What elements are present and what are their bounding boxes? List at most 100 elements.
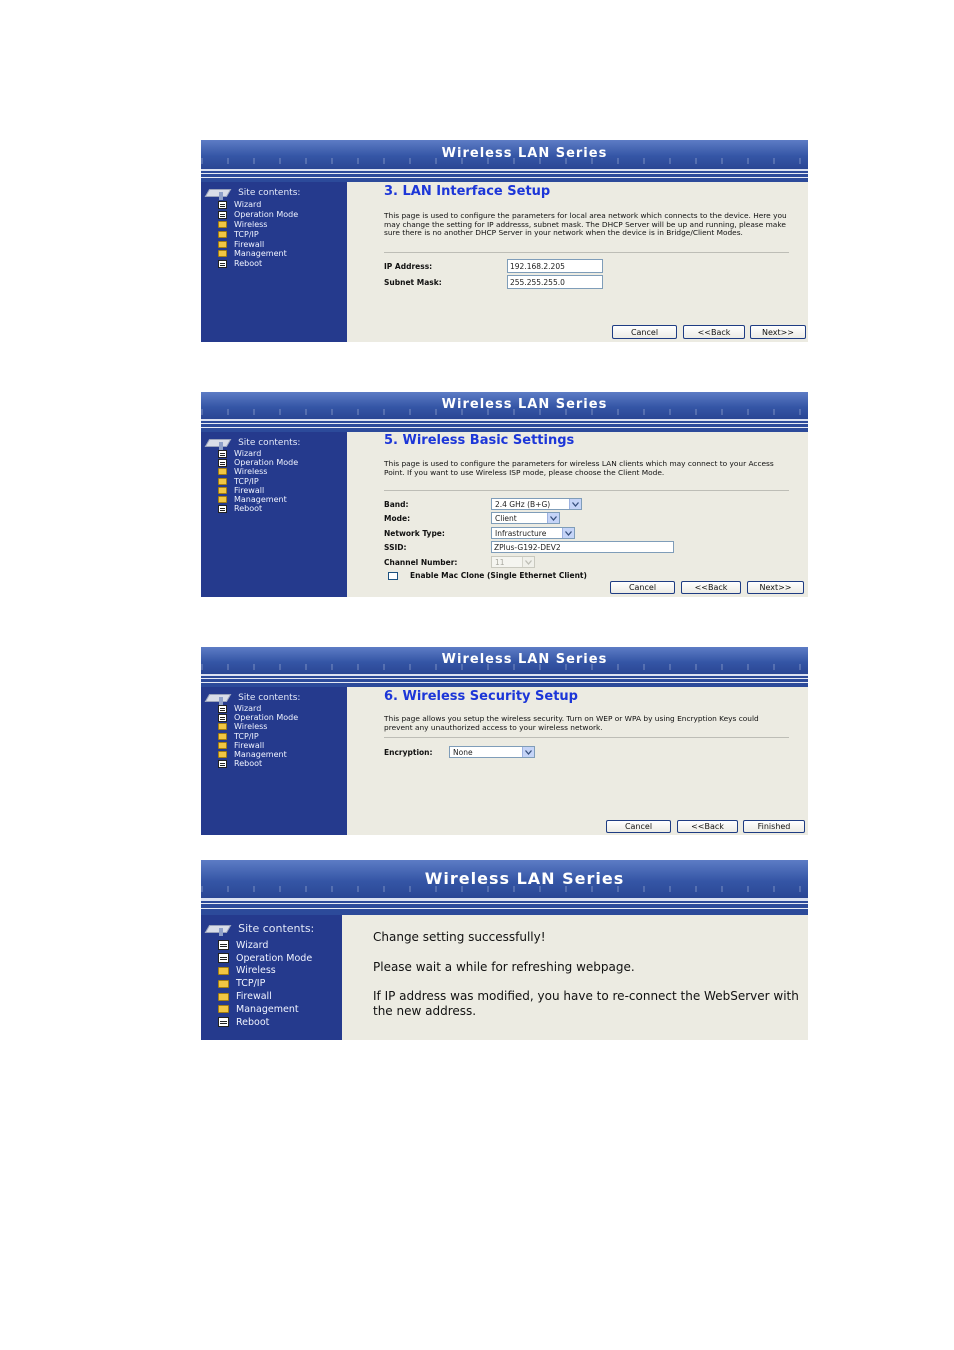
encryption-select[interactable]: None [449, 746, 535, 758]
page-icon [218, 449, 227, 458]
sidebar-item-tcpip[interactable]: TCP/IP [218, 477, 298, 486]
folder-icon [218, 966, 229, 975]
mode-select[interactable]: Client [491, 512, 560, 524]
sidebar-item-management[interactable]: Management [218, 495, 298, 504]
page-icon [218, 759, 227, 768]
back-button[interactable]: <<Back [677, 820, 738, 833]
next-button[interactable]: Next>> [750, 325, 806, 339]
page-icon [218, 704, 227, 713]
folder-icon [218, 992, 229, 1001]
sidebar-nav: Wizard Operation Mode Wireless TCP/IP Fi… [218, 449, 298, 513]
ip-address-label: IP Address: [384, 262, 433, 271]
sidebar-item-reboot[interactable]: Reboot [218, 259, 298, 269]
channel-number-select[interactable]: 11 [491, 556, 535, 568]
app-title: Wireless LAN Series [441, 652, 608, 667]
folder-icon [218, 486, 227, 494]
encryption-label: Encryption: [384, 748, 433, 757]
mac-clone-checkbox[interactable] [388, 572, 398, 580]
page-icon [218, 210, 227, 219]
folder-icon [218, 751, 227, 759]
cancel-button[interactable]: Cancel [612, 325, 677, 339]
sidebar-item-management[interactable]: Management [218, 1003, 312, 1016]
sidebar-item-reboot[interactable]: Reboot [218, 504, 298, 513]
sidebar-item-wireless[interactable]: Wireless [218, 467, 298, 476]
app-header: Wireless LAN Series [201, 647, 808, 674]
sidebar-item-operation-mode[interactable]: Operation Mode [218, 458, 298, 467]
band-label: Band: [384, 500, 409, 509]
app-title: Wireless LAN Series [441, 397, 608, 412]
sidebar-item-wireless[interactable]: Wireless [218, 965, 312, 978]
band-select[interactable]: 2.4 GHz (B+G) [491, 498, 582, 510]
folder-icon [218, 250, 227, 258]
chevron-down-icon [522, 557, 534, 567]
page-title: 3. LAN Interface Setup [384, 184, 551, 199]
page-icon [218, 713, 227, 722]
page-description: This page is used to configure the param… [384, 459, 774, 477]
page-icon [218, 940, 229, 951]
subnet-mask-input[interactable] [507, 275, 603, 289]
sidebar-item-wizard[interactable]: Wizard [218, 449, 298, 458]
sidebar-item-operation-mode[interactable]: Operation Mode [218, 713, 298, 722]
sidebar: Site contents: Wizard Operation Mode Wir… [201, 915, 342, 1040]
sidebar-item-operation-mode[interactable]: Operation Mode [218, 952, 312, 965]
folder-icon [218, 741, 227, 749]
folder-icon [218, 496, 227, 504]
app-header: Wireless LAN Series [201, 392, 808, 419]
sidebar-item-wizard[interactable]: Wizard [218, 704, 298, 713]
sidebar-item-wizard[interactable]: Wizard [218, 200, 298, 210]
next-button[interactable]: Next>> [747, 581, 804, 594]
security-setup-screen: Wireless LAN Series Site contents: Wizar… [201, 647, 808, 835]
channel-number-label: Channel Number: [384, 558, 458, 567]
sidebar-item-operation-mode[interactable]: Operation Mode [218, 210, 298, 220]
network-icon [204, 922, 232, 936]
network-type-label: Network Type: [384, 529, 445, 538]
sidebar-item-firewall[interactable]: Firewall [218, 486, 298, 495]
back-button[interactable]: <<Back [683, 325, 745, 339]
sidebar-item-reboot[interactable]: Reboot [218, 759, 298, 768]
sidebar-item-wireless[interactable]: Wireless [218, 722, 298, 731]
divider [384, 490, 789, 491]
chevron-down-icon [547, 513, 559, 523]
folder-icon [218, 477, 227, 485]
sidebar-item-management[interactable]: Management [218, 249, 298, 259]
page-description: This page is used to configure the param… [384, 211, 787, 238]
site-contents-heading: Site contents: [204, 182, 300, 201]
app-title: Wireless LAN Series [424, 869, 625, 888]
refresh-message: Please wait a while for refreshing webpa… [373, 960, 635, 974]
divider [384, 252, 789, 253]
ip-address-input[interactable] [507, 259, 603, 273]
page-icon [218, 504, 227, 513]
sidebar-item-firewall[interactable]: Firewall [218, 990, 312, 1003]
app-title: Wireless LAN Series [441, 146, 608, 161]
sidebar-item-tcpip[interactable]: TCP/IP [218, 732, 298, 741]
sidebar-item-firewall[interactable]: Firewall [218, 741, 298, 750]
folder-icon [218, 1005, 229, 1014]
cancel-button[interactable]: Cancel [606, 820, 671, 833]
network-icon [204, 186, 232, 200]
sidebar-item-tcpip[interactable]: TCP/IP [218, 229, 298, 239]
app-header: Wireless LAN Series [201, 140, 808, 169]
lan-setup-screen: Wireless LAN Series Site contents: Wizar… [201, 140, 808, 342]
cancel-button[interactable]: Cancel [610, 581, 675, 594]
chevron-down-icon [522, 747, 534, 757]
sidebar-item-wireless[interactable]: Wireless [218, 220, 298, 230]
sidebar-item-reboot[interactable]: Reboot [218, 1016, 312, 1029]
app-header: Wireless LAN Series [201, 860, 808, 898]
page-icon [218, 953, 229, 964]
sidebar-item-management[interactable]: Management [218, 750, 298, 759]
ssid-input[interactable] [491, 541, 674, 553]
header-stripes [201, 898, 808, 915]
wireless-basic-screen: Wireless LAN Series Site contents: Wizar… [201, 392, 808, 597]
site-contents-heading: Site contents: [204, 918, 314, 937]
sidebar-item-firewall[interactable]: Firewall [218, 239, 298, 249]
back-button[interactable]: <<Back [681, 581, 741, 594]
network-type-select[interactable]: Infrastructure [491, 527, 575, 539]
page-icon [218, 1017, 229, 1028]
chevron-down-icon [569, 499, 581, 509]
sidebar-item-tcpip[interactable]: TCP/IP [218, 977, 312, 990]
result-screen: Wireless LAN Series Site contents: Wizar… [201, 860, 808, 1040]
sidebar-item-wizard[interactable]: Wizard [218, 939, 312, 952]
header-stripes [201, 169, 808, 182]
page-description: This page allows you setup the wireless … [384, 714, 759, 732]
finished-button[interactable]: Finished [743, 820, 805, 833]
